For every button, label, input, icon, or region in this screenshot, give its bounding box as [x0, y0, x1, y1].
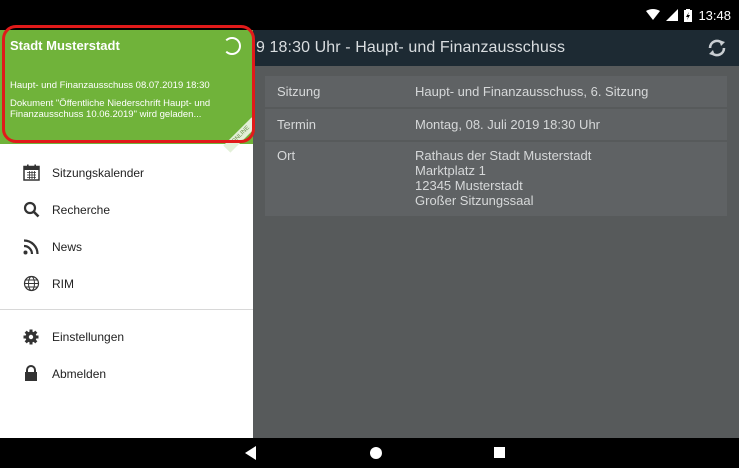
menu-item-sitzungskalender[interactable]: Sitzungskalender — [0, 154, 253, 191]
status-icons: 13:48 — [646, 4, 731, 26]
drawer-menu: Sitzungskalender Recherche News RIM Eins… — [0, 154, 253, 392]
detail-row-termin: Termin Montag, 08. Juli 2019 18:30 Uhr — [265, 109, 727, 142]
wifi-icon — [646, 9, 661, 20]
detail-value-address: Rathaus der Stadt Musterstadt Marktplatz… — [415, 142, 727, 216]
online-corner-badge: ONLINE — [223, 117, 253, 153]
detail-key: Sitzung — [277, 84, 321, 99]
menu-item-news[interactable]: News — [0, 228, 253, 265]
detail-value: Haupt- und Finanzausschuss, 6. Sitzung — [415, 84, 649, 99]
detail-row-ort: Ort Rathaus der Stadt Musterstadt Marktp… — [265, 142, 727, 218]
system-navigation-bar — [0, 438, 739, 468]
search-icon — [22, 201, 40, 219]
header-meeting-line: Haupt- und Finanzausschuss 08.07.2019 18… — [10, 80, 210, 91]
signal-icon — [666, 9, 679, 21]
status-bar: 13:48 — [0, 0, 739, 30]
navigation-drawer: Stadt Musterstadt Haupt- und Finanzaussc… — [0, 30, 253, 438]
drawer-title: Stadt Musterstadt — [10, 38, 120, 53]
drawer-header[interactable]: Stadt Musterstadt Haupt- und Finanzaussc… — [0, 30, 253, 153]
detail-key: Ort — [277, 148, 296, 163]
menu-item-label: Recherche — [52, 202, 111, 217]
loading-spinner-icon — [223, 37, 241, 55]
address-line: 12345 Musterstadt — [415, 178, 523, 193]
menu-item-label: News — [52, 239, 83, 254]
home-icon[interactable] — [370, 447, 382, 459]
status-time: 13:48 — [698, 7, 731, 23]
detail-row-sitzung: Sitzung Haupt- und Finanzausschuss, 6. S… — [265, 76, 727, 109]
app-content: 9 18:30 Uhr - Haupt- und Finanzausschuss… — [253, 30, 739, 438]
header-loading-message: Dokument "Öffentliche Niederschrift Haup… — [10, 98, 211, 120]
recent-apps-icon[interactable] — [494, 447, 505, 458]
menu-item-recherche[interactable]: Recherche — [0, 191, 253, 228]
menu-item-label: Sitzungskalender — [52, 165, 145, 180]
menu-item-einstellungen[interactable]: Einstellungen — [0, 318, 253, 355]
refresh-icon[interactable] — [707, 38, 727, 58]
meeting-details-table: Sitzung Haupt- und Finanzausschuss, 6. S… — [265, 76, 727, 218]
rss-icon — [22, 238, 40, 256]
detail-value: Montag, 08. Juli 2019 18:30 Uhr — [415, 117, 601, 132]
calendar-icon — [22, 164, 40, 182]
menu-item-label: Abmelden — [52, 366, 107, 381]
address-line: Großer Sitzungssaal — [415, 193, 534, 208]
address-line: Rathaus der Stadt Musterstadt — [415, 148, 592, 163]
menu-item-label: RIM — [52, 276, 74, 291]
menu-item-rim[interactable]: RIM — [0, 265, 253, 302]
menu-divider — [0, 309, 253, 310]
menu-item-label: Einstellungen — [52, 329, 125, 344]
lock-icon — [22, 365, 40, 383]
back-icon[interactable] — [245, 446, 257, 460]
app-toolbar: 9 18:30 Uhr - Haupt- und Finanzausschuss — [253, 30, 739, 66]
gear-icon — [22, 328, 40, 346]
battery-icon — [684, 8, 693, 22]
toolbar-title: 9 18:30 Uhr - Haupt- und Finanzausschuss — [256, 39, 566, 56]
menu-item-abmelden[interactable]: Abmelden — [0, 355, 253, 392]
address-line: Marktplatz 1 — [415, 163, 486, 178]
detail-key: Termin — [277, 117, 317, 132]
globe-icon — [22, 275, 40, 293]
